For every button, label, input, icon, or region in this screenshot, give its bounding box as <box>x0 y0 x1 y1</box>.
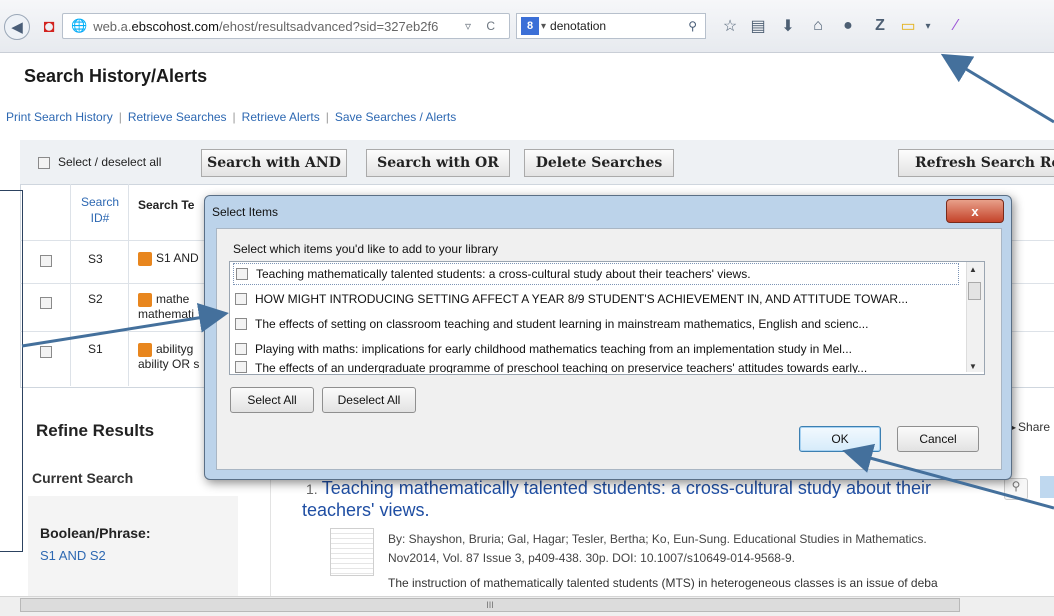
arrow-to-ok-button <box>842 443 1054 510</box>
arrow-to-folder-icon <box>940 53 1054 124</box>
arrow-to-list-item <box>21 302 229 348</box>
annotation-arrows <box>21 53 1054 510</box>
